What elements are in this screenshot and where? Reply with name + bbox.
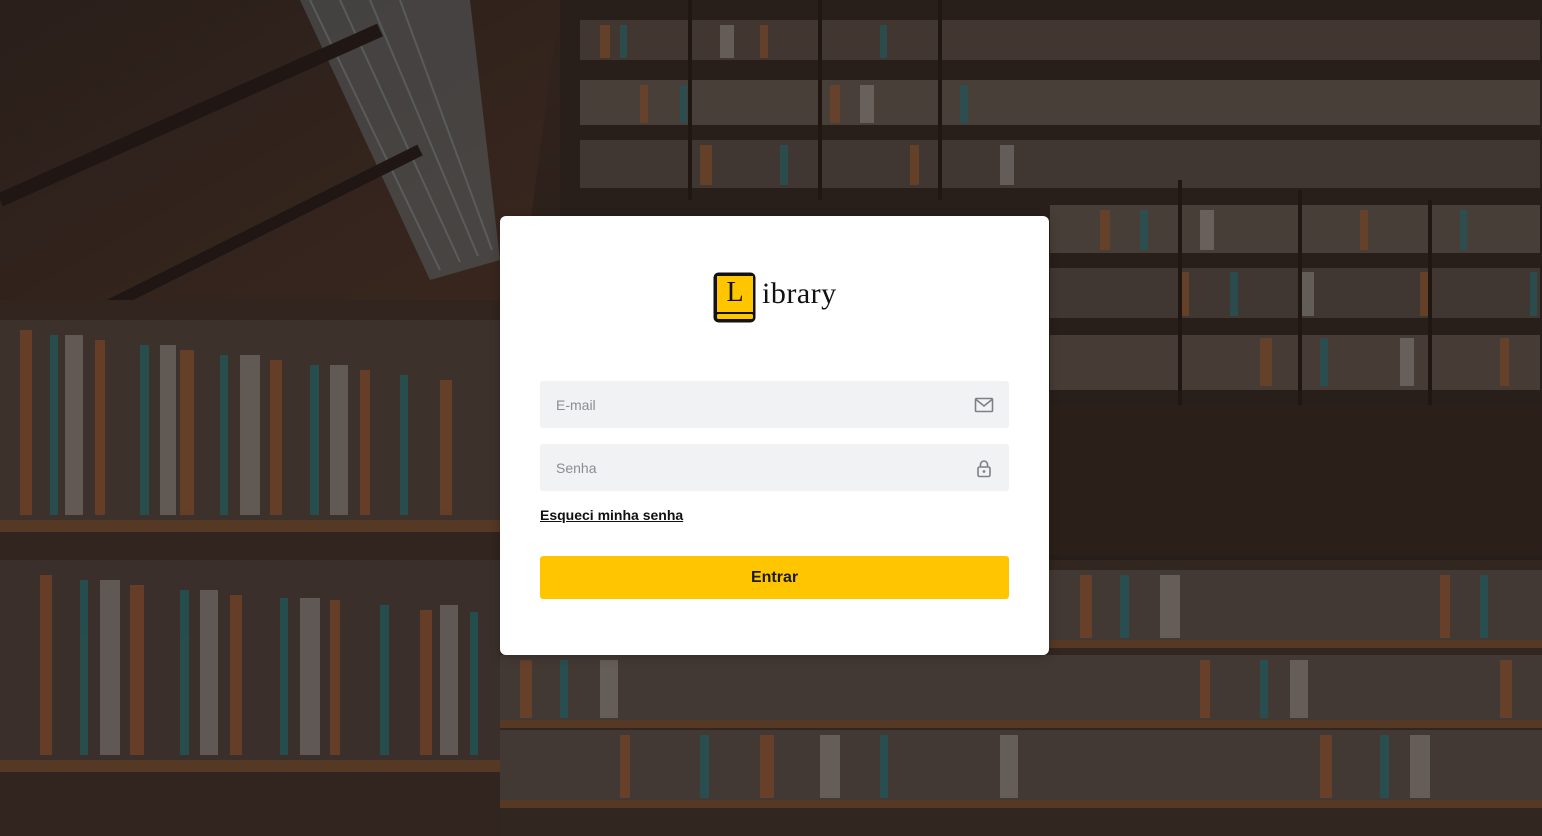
login-submit-button[interactable]: Entrar [540,556,1009,599]
logo-letter: L [726,277,744,308]
logo-wordmark: ibrary [762,277,837,310]
mail-icon [974,395,994,415]
forgot-password-link[interactable]: Esqueci minha senha [540,507,683,523]
email-input[interactable] [540,381,1009,428]
library-logo: L ibrary [712,271,837,327]
book-logo-icon: L [712,271,758,325]
login-card: L ibrary Esqueci minha senha Entrar [500,216,1049,655]
password-field-container [540,444,1009,491]
lock-icon [974,458,994,478]
password-input[interactable] [540,444,1009,491]
email-field-container [540,381,1009,428]
